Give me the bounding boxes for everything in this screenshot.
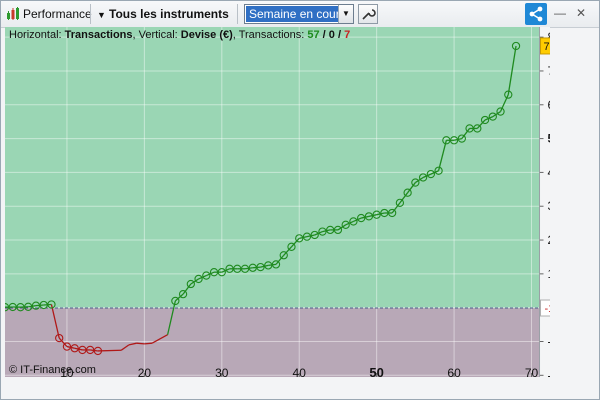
- performance-window: Performance ▼ Tous les instruments Semai…: [0, 0, 600, 400]
- toolbar: Performance ▼ Tous les instruments Semai…: [1, 1, 599, 28]
- x-tick-label: 50: [369, 365, 383, 379]
- period-select-value: Semaine en cours: [246, 6, 349, 22]
- close-icon[interactable]: ✕: [576, 6, 586, 20]
- credit-text: © IT-Finance.com: [9, 364, 96, 376]
- performance-chart[interactable]: 8 0007 0006 0005 0004 0003 0002 0001 000…: [5, 27, 550, 379]
- period-select[interactable]: Semaine en cours ▼: [244, 4, 354, 24]
- x-tick-label: 60: [447, 366, 461, 379]
- wins-count: 57: [307, 29, 320, 41]
- x-tick-label: 20: [138, 366, 152, 379]
- chevron-down-icon[interactable]: ▼: [338, 5, 353, 23]
- y-tick-label: 6 000: [548, 98, 550, 112]
- y-tick-label: 1 000: [548, 267, 550, 281]
- transactions-prefix: , Transactions:: [232, 29, 308, 41]
- y-tick-label: -2 000: [548, 368, 550, 379]
- horizontal-value: Transactions: [64, 29, 133, 41]
- share-button[interactable]: [525, 3, 547, 25]
- x-tick-label: 30: [215, 366, 229, 379]
- y-tick-label: 4 000: [548, 165, 550, 179]
- y-tick-label: 3 000: [548, 199, 550, 213]
- toolbar-separator: [237, 4, 238, 24]
- series-segment: [136, 342, 145, 345]
- settings-button[interactable]: [358, 4, 378, 24]
- slash: /: [334, 29, 345, 41]
- y-tick-label: 2 000: [548, 233, 550, 247]
- y-tick-label: -1 000: [548, 334, 550, 348]
- toolbar-separator: [90, 4, 91, 24]
- vertical-prefix: , Vertical:: [132, 29, 181, 41]
- wrench-icon: [362, 9, 376, 20]
- chart-header: Horizontal: Transactions, Vertical: Devi…: [9, 29, 350, 41]
- minimize-icon[interactable]: —: [554, 6, 566, 20]
- slash: /: [319, 29, 329, 41]
- instruments-dropdown-icon[interactable]: ▼: [97, 6, 106, 24]
- x-tick-label: 70: [525, 366, 539, 379]
- series-segment: [144, 342, 153, 345]
- baseline-label: -10: [545, 303, 550, 315]
- last-value-label: 7 739,46: [544, 41, 550, 53]
- performance-chart-icon: [7, 7, 19, 20]
- instruments-dropdown[interactable]: Tous les instruments: [109, 5, 229, 23]
- vertical-value: Devise (€): [180, 29, 233, 41]
- performance-label[interactable]: Performance: [23, 5, 92, 23]
- share-icon: [529, 6, 543, 22]
- y-tick-label: 5 000: [548, 132, 550, 146]
- horizontal-prefix: Horizontal:: [9, 29, 65, 41]
- x-tick-label: 40: [293, 366, 307, 379]
- losses-count: 7: [344, 29, 351, 41]
- y-tick-label: 7 000: [548, 64, 550, 78]
